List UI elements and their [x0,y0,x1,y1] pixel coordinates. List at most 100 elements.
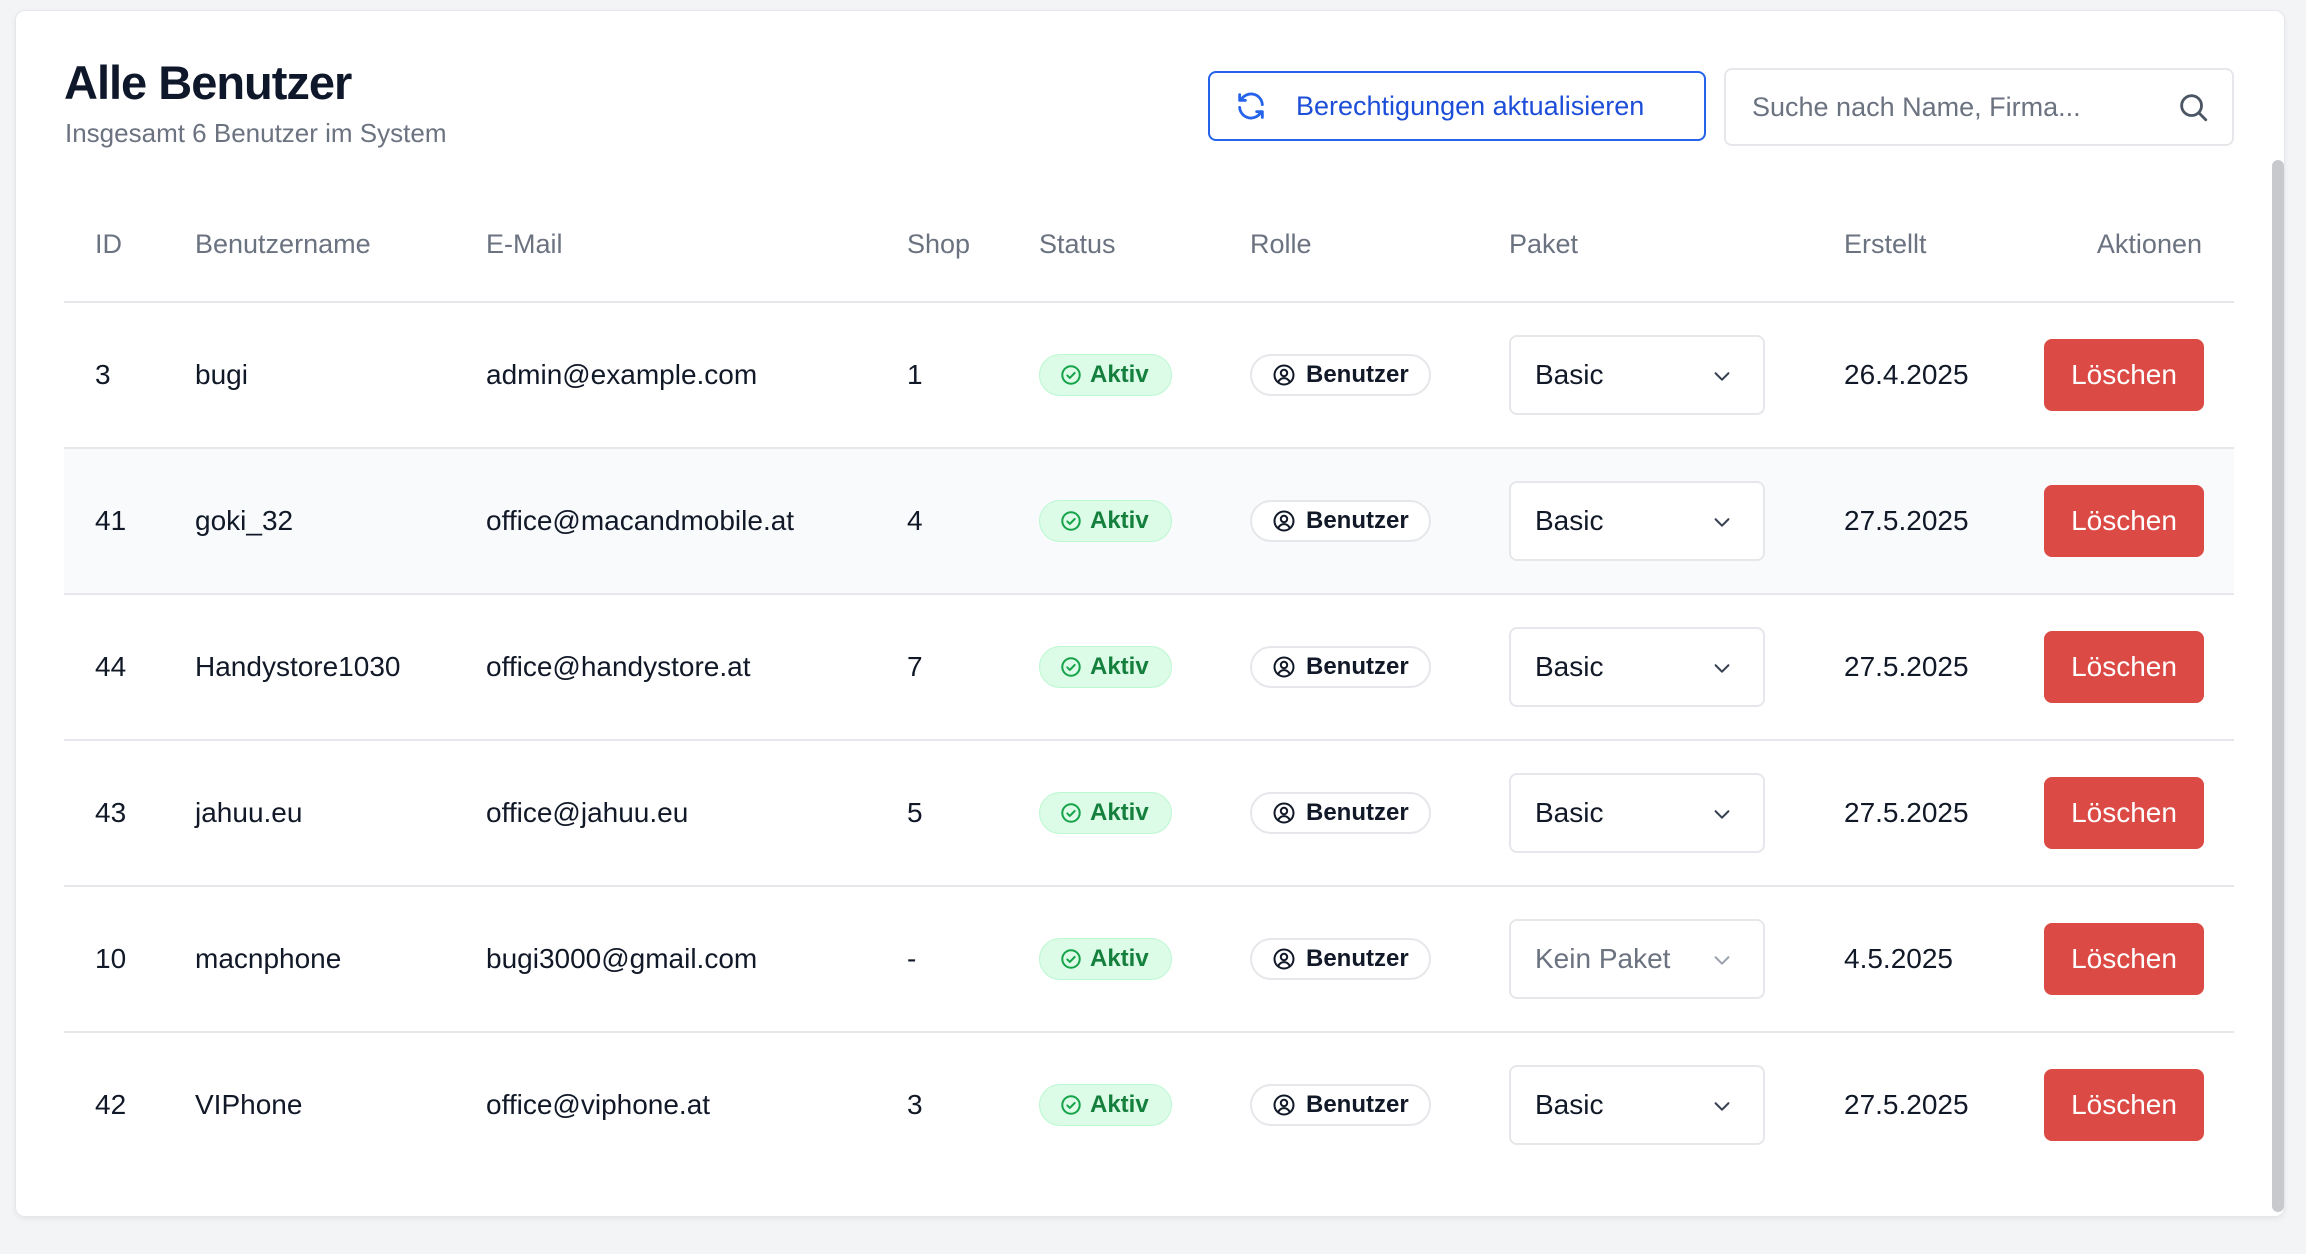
role-badge: Benutzer [1250,500,1431,542]
column-header-id: ID [95,229,122,259]
cell-shop: 4 [907,505,923,536]
cell-created: 26.4.2025 [1844,359,1969,390]
check-circle-icon [1060,656,1082,678]
cell-email: admin@example.com [486,359,758,390]
refresh-button-label: Berechtigungen aktualisieren [1296,90,1645,121]
check-circle-icon [1060,948,1082,970]
check-circle-icon [1060,1094,1082,1116]
delete-button[interactable]: Löschen [2044,1069,2204,1141]
cell-username: jahuu.eu [195,797,303,828]
chevron-down-icon [1711,1095,1733,1117]
paket-select[interactable]: Basic [1509,773,1765,853]
column-header-created: Erstellt [1844,229,1927,259]
cell-id: 3 [95,359,111,390]
cell-id: 43 [95,797,127,828]
delete-button[interactable]: Löschen [2044,631,2204,703]
cell-username: bugi [195,359,248,390]
table-row: 44 Handystore1030 office@handystore.at 7… [64,595,2234,741]
status-badge: Aktiv [1039,354,1172,396]
search-input[interactable] [1750,90,2174,124]
search-box[interactable] [1724,68,2234,146]
column-header-email: E-Mail [486,229,563,259]
role-badge: Benutzer [1250,646,1431,688]
scrollbar[interactable] [2272,160,2284,1212]
role-label: Benutzer [1306,1091,1409,1118]
status-badge: Aktiv [1039,792,1172,834]
paket-select[interactable]: Kein Paket [1509,919,1765,999]
chevron-down-icon [1711,365,1733,387]
cell-id: 10 [95,943,127,974]
user-circle-icon [1272,655,1296,679]
role-label: Benutzer [1306,361,1409,388]
check-circle-icon [1060,510,1082,532]
search-icon[interactable] [2176,90,2210,124]
cell-username: goki_32 [195,505,294,536]
cell-shop: 3 [907,1089,923,1120]
status-badge: Aktiv [1039,938,1172,980]
status-badge: Aktiv [1039,646,1172,688]
column-header-actions: Aktionen [2096,229,2202,259]
chevron-down-icon [1711,511,1733,533]
user-circle-icon [1272,1093,1296,1117]
users-card: Alle Benutzer Insgesamt 6 Benutzer im Sy… [15,10,2285,1217]
cell-username: Handystore1030 [195,651,401,682]
delete-button[interactable]: Löschen [2044,485,2204,557]
status-badge: Aktiv [1039,500,1172,542]
table-row: 41 goki_32 office@macandmobile.at 4 Akti… [64,449,2234,595]
cell-created: 27.5.2025 [1844,1089,1969,1120]
user-circle-icon [1272,363,1296,387]
role-label: Benutzer [1306,653,1409,680]
user-circle-icon [1272,509,1296,533]
paket-value: Basic [1535,505,1604,536]
cell-shop: - [907,943,917,974]
cell-created: 27.5.2025 [1844,651,1969,682]
role-label: Benutzer [1306,945,1409,972]
column-header-shop: Shop [907,229,971,259]
cell-created: 27.5.2025 [1844,505,1969,536]
cell-shop: 5 [907,797,923,828]
table-row: 3 bugi admin@example.com 1 Aktiv Benutze… [64,303,2234,449]
paket-value: Basic [1535,797,1604,828]
cell-email: office@handystore.at [486,651,751,682]
users-table: ID Benutzername E-Mail Shop Status Rolle… [64,191,2234,1177]
check-circle-icon [1060,364,1082,386]
cell-username: macnphone [195,943,342,974]
chevron-down-icon [1711,949,1733,971]
user-circle-icon [1272,947,1296,971]
paket-value: Basic [1535,651,1604,682]
paket-value: Basic [1535,359,1604,390]
paket-value: Basic [1535,1089,1604,1120]
cell-created: 27.5.2025 [1844,797,1969,828]
table-row: 42 VIPhone office@viphone.at 3 Aktiv Ben… [64,1033,2234,1177]
cell-shop: 1 [907,359,923,390]
chevron-down-icon [1711,803,1733,825]
paket-select[interactable]: Basic [1509,1065,1765,1145]
status-label: Aktiv [1090,1091,1149,1118]
delete-button[interactable]: Löschen [2044,777,2204,849]
column-header-username: Benutzername [195,229,371,259]
cell-shop: 7 [907,651,923,682]
cell-id: 42 [95,1089,127,1120]
role-label: Benutzer [1306,799,1409,826]
paket-select[interactable]: Basic [1509,627,1765,707]
user-circle-icon [1272,801,1296,825]
refresh-permissions-button[interactable]: Berechtigungen aktualisieren [1208,71,1706,141]
role-label: Benutzer [1306,507,1409,534]
table-header: ID Benutzername E-Mail Shop Status Rolle… [64,191,2234,303]
cell-created: 4.5.2025 [1844,943,1953,974]
paket-value: Kein Paket [1535,943,1671,974]
chevron-down-icon [1711,657,1733,679]
paket-select[interactable]: Basic [1509,481,1765,561]
table-row: 43 jahuu.eu office@jahuu.eu 5 Aktiv Benu… [64,741,2234,887]
cell-email: bugi3000@gmail.com [486,943,758,974]
status-label: Aktiv [1090,507,1149,534]
status-label: Aktiv [1090,799,1149,826]
role-badge: Benutzer [1250,792,1431,834]
delete-button[interactable]: Löschen [2044,923,2204,995]
page-title: Alle Benutzer [64,56,352,109]
delete-button[interactable]: Löschen [2044,339,2204,411]
check-circle-icon [1060,802,1082,824]
cell-id: 41 [95,505,127,536]
paket-select[interactable]: Basic [1509,335,1765,415]
table-row: 10 macnphone bugi3000@gmail.com - Aktiv … [64,887,2234,1033]
